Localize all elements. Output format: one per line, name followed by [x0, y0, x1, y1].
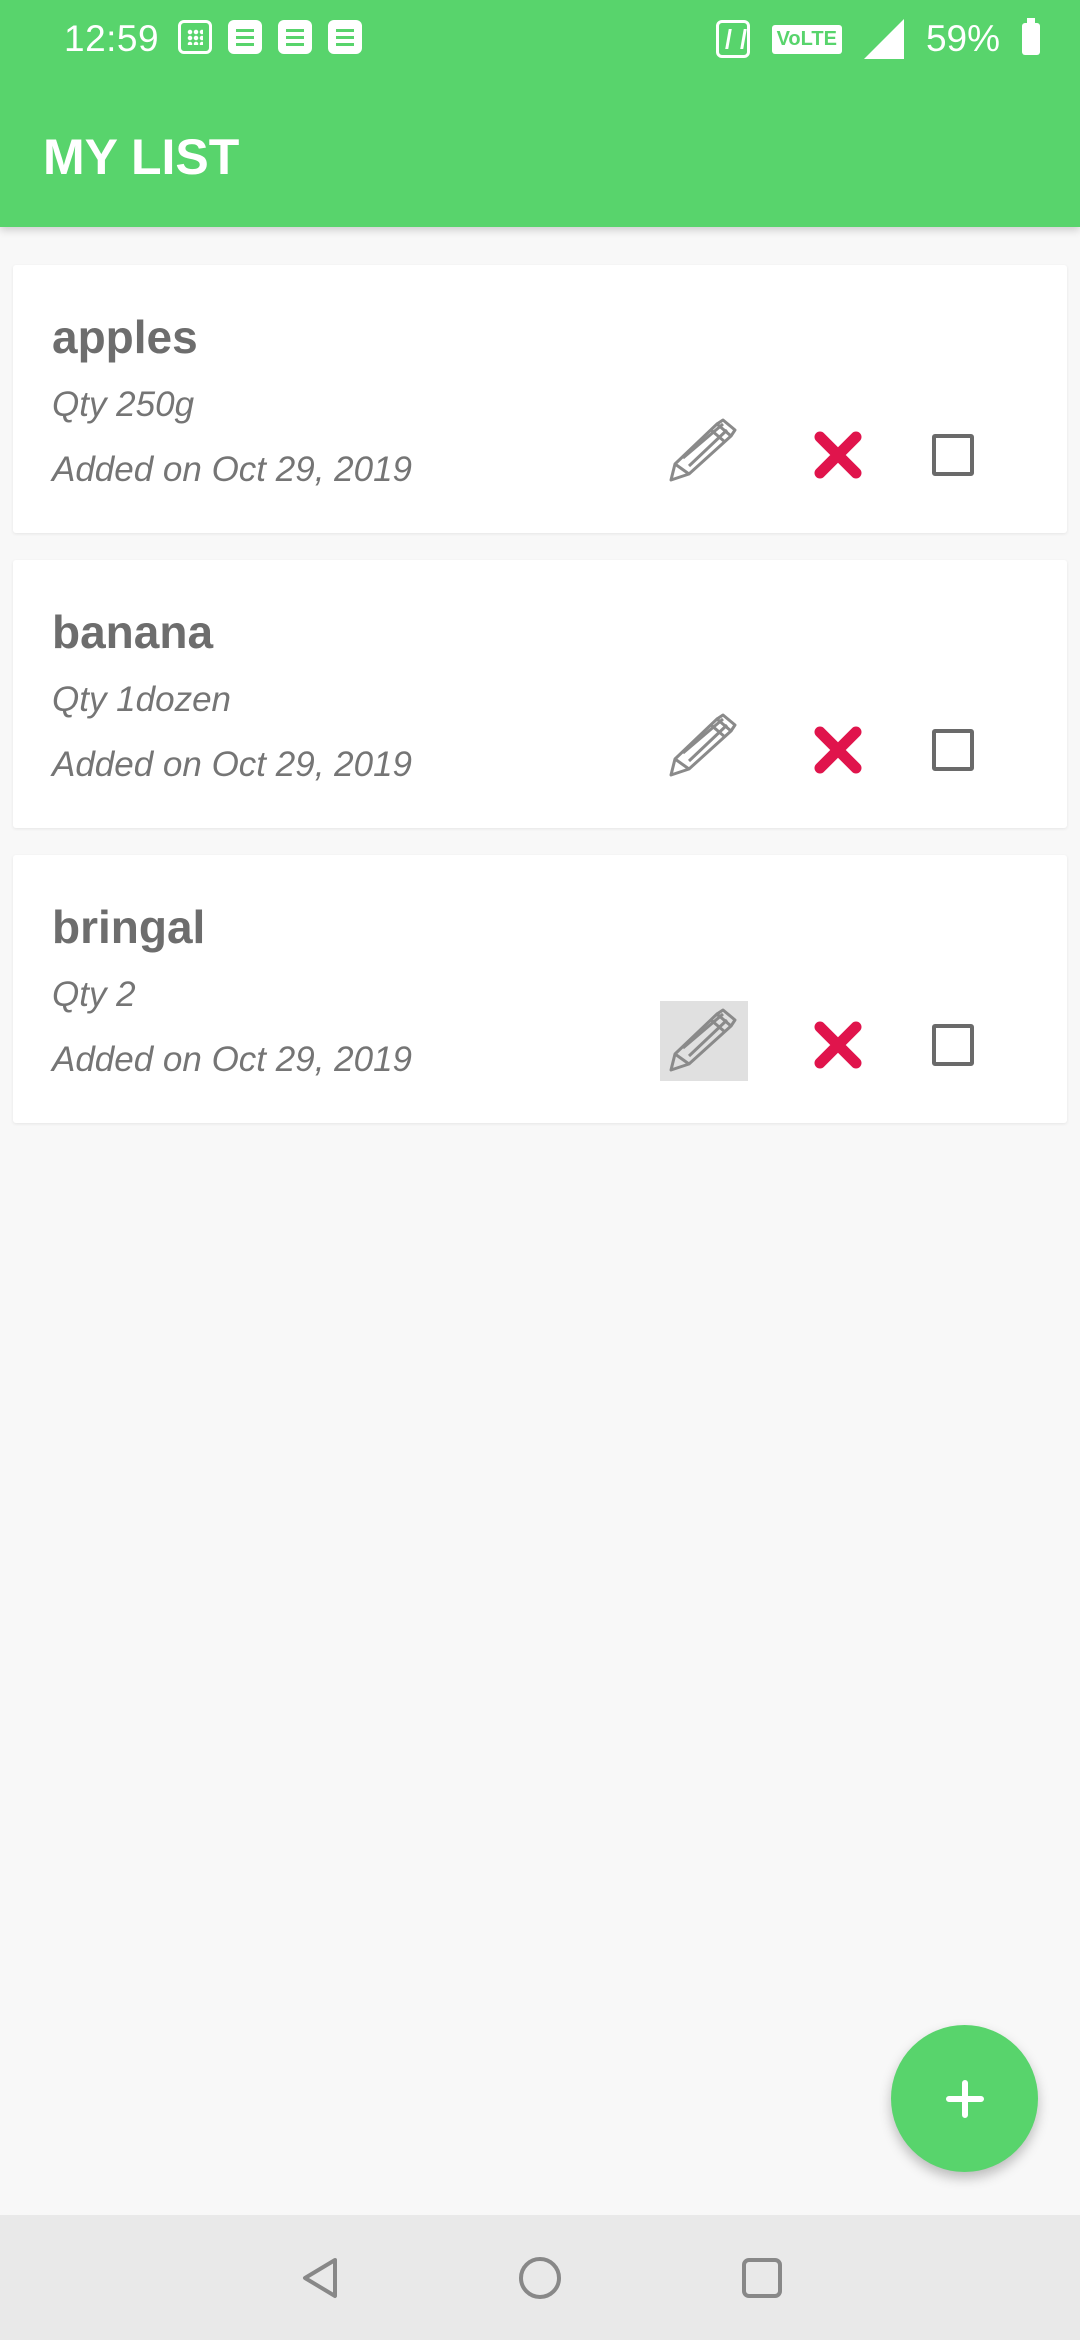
delete-x-icon — [814, 1021, 862, 1069]
calculator-icon — [178, 20, 212, 54]
volte-badge: VoLTE — [771, 24, 842, 54]
item-qty: Qty 1dozen — [52, 680, 231, 719]
done-checkbox[interactable] — [913, 710, 993, 790]
edit-button[interactable] — [660, 706, 748, 786]
item-date: Added on Oct 29, 2019 — [52, 1040, 412, 1079]
document-icon — [278, 20, 312, 54]
back-icon[interactable] — [293, 2250, 349, 2306]
add-item-button[interactable] — [891, 2025, 1038, 2172]
notification-icons — [178, 20, 362, 54]
document-icon — [328, 20, 362, 54]
delete-button[interactable] — [798, 1005, 878, 1085]
list-item: banana Qty 1dozen Added on Oct 29, 2019 — [13, 560, 1067, 828]
pencil-icon — [669, 713, 737, 777]
battery-percent: 59% — [925, 18, 1000, 59]
edit-button[interactable] — [660, 1001, 748, 1081]
delete-x-icon — [814, 726, 862, 774]
delete-button[interactable] — [798, 710, 878, 790]
home-icon[interactable] — [512, 2250, 568, 2306]
system-nav-bar — [0, 2215, 1080, 2340]
delete-x-icon — [814, 431, 862, 479]
item-name: banana — [52, 606, 214, 658]
checkbox-icon — [932, 729, 974, 771]
delete-button[interactable] — [798, 415, 878, 495]
list-item: bringal Qty 2 Added on Oct 29, 2019 — [13, 855, 1067, 1123]
done-checkbox[interactable] — [913, 415, 993, 495]
signal-icon — [863, 19, 904, 59]
recents-icon[interactable] — [734, 2250, 790, 2306]
checkbox-icon — [932, 1024, 974, 1066]
status-right: VoLTE 59% — [715, 18, 1040, 60]
page-title: MY LIST — [43, 129, 240, 185]
checkbox-icon — [932, 434, 974, 476]
item-date: Added on Oct 29, 2019 — [52, 745, 412, 784]
list-item: apples Qty 250g Added on Oct 29, 2019 — [13, 265, 1067, 533]
item-name: bringal — [52, 901, 206, 953]
item-date: Added on Oct 29, 2019 — [52, 450, 412, 489]
app-bar: 12:59 VoLTE 59% MY LIST — [0, 0, 1080, 227]
document-icon — [228, 20, 262, 54]
item-list: apples Qty 250g Added on Oct 29, 2019 ba… — [13, 265, 1067, 1150]
nfc-icon — [715, 20, 750, 58]
battery-icon — [1022, 18, 1040, 55]
item-qty: Qty 2 — [52, 975, 136, 1014]
status-time: 12:59 — [64, 18, 160, 59]
pencil-icon — [669, 418, 737, 482]
status-bar: 12:59 VoLTE 59% — [0, 0, 1080, 80]
edit-button[interactable] — [660, 411, 748, 491]
item-name: apples — [52, 311, 198, 363]
done-checkbox[interactable] — [913, 1005, 993, 1085]
plus-icon — [945, 2079, 984, 2118]
pencil-icon — [669, 1008, 737, 1072]
item-qty: Qty 250g — [52, 385, 195, 424]
